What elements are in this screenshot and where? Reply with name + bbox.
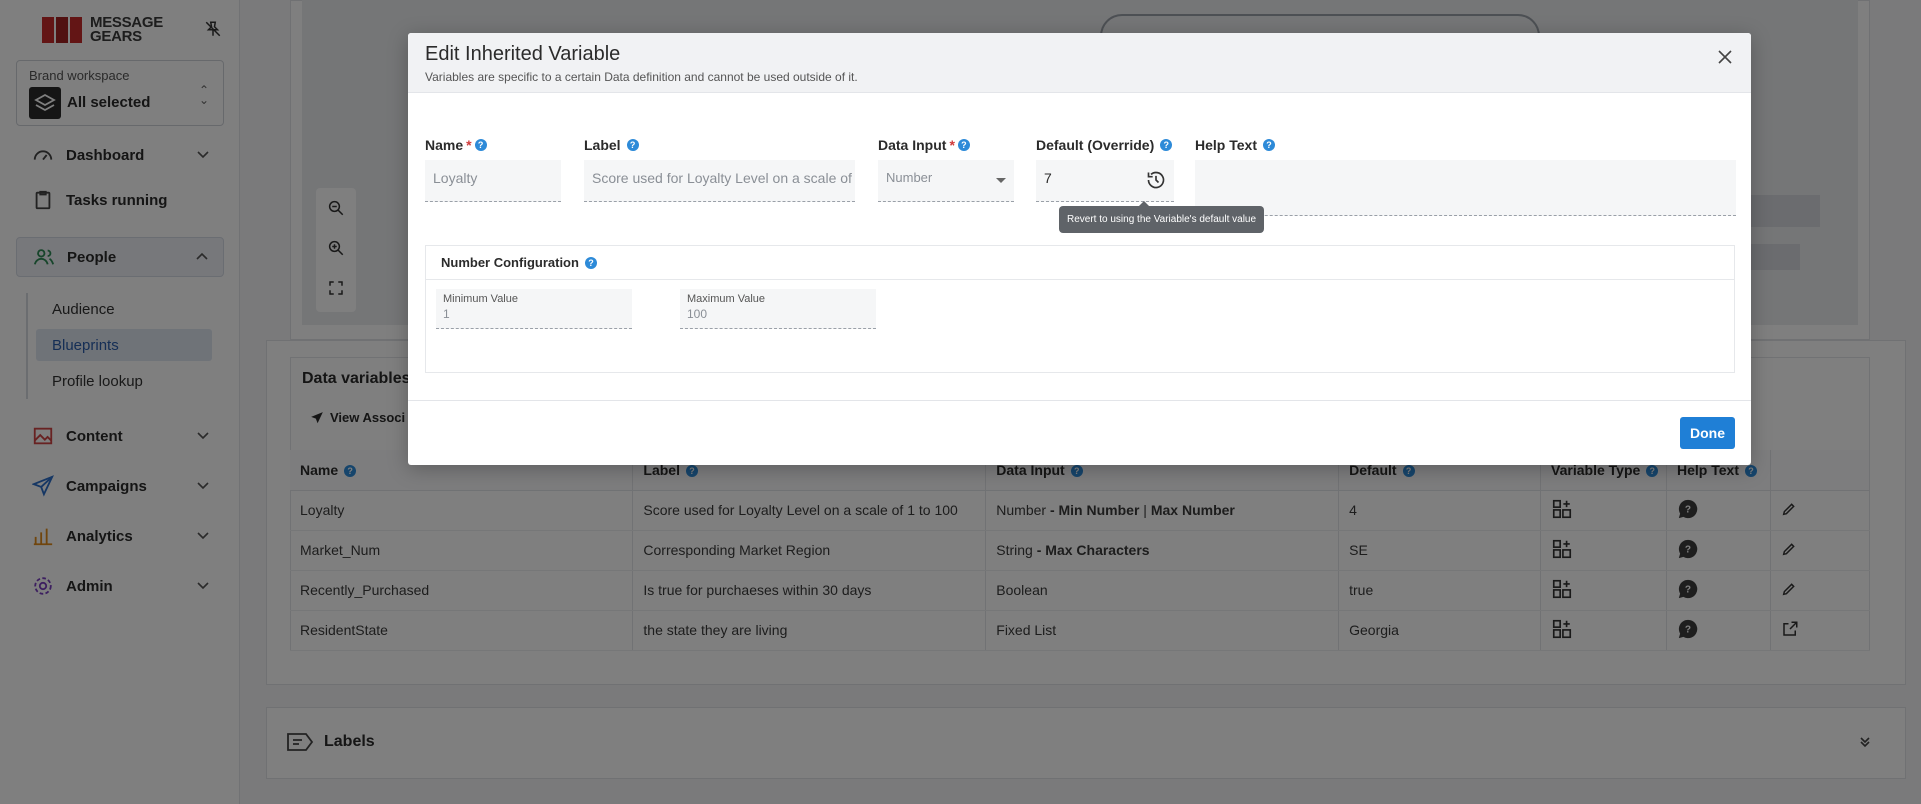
number-configuration-header: Number Configuration?: [426, 246, 1734, 280]
default-override-label: Default (Override)?: [1036, 137, 1173, 153]
maximum-value-caption: Maximum Value: [687, 293, 766, 305]
label-field-label: Label?: [584, 137, 639, 153]
name-field-label: Name *?: [425, 137, 487, 153]
label-field: Score used for Loyalty Level on a scale …: [584, 160, 855, 202]
minimum-value-caption: Minimum Value: [443, 293, 518, 305]
maximum-value-field: Maximum Value 100: [680, 289, 876, 329]
help-icon[interactable]: ?: [474, 139, 487, 151]
data-input-field-label: Data Input *?: [878, 137, 970, 153]
edit-inherited-variable-modal: Edit Inherited Variable Variables are sp…: [408, 33, 1751, 465]
help-text-label: Help Text?: [1195, 137, 1275, 153]
number-configuration-title: Number Configuration?: [441, 255, 597, 270]
caret-down-icon: [996, 178, 1006, 183]
help-icon[interactable]: ?: [957, 139, 970, 151]
maximum-value: 100: [687, 307, 708, 321]
default-override-input[interactable]: 7: [1036, 160, 1174, 202]
revert-tooltip: Revert to using the Variable's default v…: [1059, 201, 1265, 233]
name-field: Loyalty: [425, 160, 561, 202]
help-icon[interactable]: ?: [1160, 139, 1173, 151]
help-icon[interactable]: ?: [584, 256, 597, 269]
close-icon[interactable]: [1715, 47, 1735, 67]
history-revert-icon[interactable]: [1146, 170, 1166, 190]
data-input-select: Number: [878, 160, 1014, 202]
done-button[interactable]: Done: [1680, 417, 1735, 449]
modal-subtitle: Variables are specific to a certain Data…: [425, 70, 858, 84]
minimum-value: 1: [443, 307, 450, 321]
modal-header: Edit Inherited Variable Variables are sp…: [408, 33, 1751, 93]
minimum-value-field: Minimum Value 1: [436, 289, 632, 329]
modal-footer-divider: [408, 400, 1751, 401]
number-configuration-panel: Number Configuration? Minimum Value 1 Ma…: [425, 245, 1735, 373]
help-icon[interactable]: ?: [626, 139, 639, 151]
modal-title: Edit Inherited Variable: [425, 43, 621, 65]
help-text-input[interactable]: [1195, 160, 1736, 216]
help-icon[interactable]: ?: [1262, 139, 1275, 151]
